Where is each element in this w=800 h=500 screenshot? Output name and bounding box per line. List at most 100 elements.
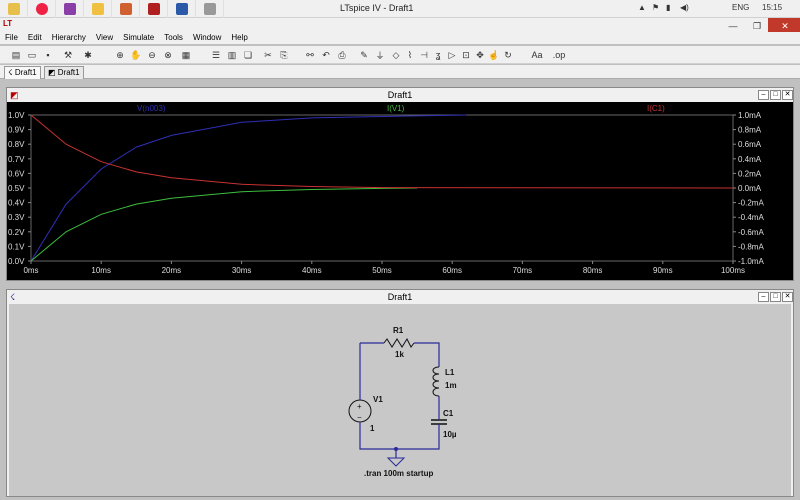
menu-file[interactable]: File (0, 32, 23, 44)
schematic-icon: ☇ (8, 68, 13, 77)
y-left-tick-label: 0.3V (8, 213, 25, 222)
schematic-minimize-button[interactable]: – (758, 292, 769, 302)
schematic-window: ☇ Draft1 – □ ✕ + − R1 1k L1 1m V1 1 C1 1… (6, 289, 794, 497)
text-icon[interactable]: Aa (530, 49, 544, 61)
y-left-tick-label: 0.4V (8, 199, 25, 208)
run-icon[interactable]: ✱ (82, 49, 94, 61)
undo-icon[interactable]: ↶ (320, 49, 332, 61)
zoom-in-icon[interactable]: ⊕ (114, 49, 126, 61)
zoom-fit-icon[interactable]: ⊗ (162, 49, 174, 61)
ground-icon[interactable]: ⏚ (374, 49, 386, 61)
inductor-l1[interactable] (432, 366, 440, 397)
tray-volume-icon[interactable]: ◀) (680, 3, 689, 12)
schematic-close-button[interactable]: ✕ (782, 292, 793, 302)
app-titlebar: — ❐ ✕ (0, 18, 800, 34)
menu-hierarchy[interactable]: Hierarchy (47, 32, 91, 44)
wire-right-bottom[interactable] (396, 431, 440, 450)
x-tick-label: 20ms (162, 266, 182, 275)
spice-directive[interactable]: .tran 100m startup (364, 469, 433, 478)
cascade-icon[interactable]: ❏ (242, 49, 254, 61)
y-left-tick-label: 0.0V (8, 257, 25, 266)
y-left-tick-label: 0.8V (8, 140, 25, 149)
zoom-out-icon[interactable]: ⊖ (146, 49, 158, 61)
waveform-plot[interactable]: 1.0V 0.9V 0.8V 0.7V 0.6V 0.5V 0.4V 0.3V 0.2V 0.1V… (7, 102, 793, 280)
tray-chevron-icon[interactable]: ▲ (638, 3, 646, 12)
resistor-icon[interactable]: ⌇ (404, 49, 416, 61)
app-taskbar-icon[interactable] (112, 0, 140, 18)
c1-ref-label: C1 (443, 409, 454, 418)
files-taskbar-icon[interactable] (196, 0, 224, 18)
waveform-minimize-button[interactable]: – (758, 90, 769, 100)
wire-left-bottom[interactable] (359, 428, 396, 450)
label-icon[interactable]: ◇ (390, 49, 402, 61)
y-left-tick-label: 0.1V (8, 242, 25, 251)
inductor-icon[interactable]: ʓ (432, 49, 444, 61)
tray-network-icon[interactable]: ▮ (666, 3, 670, 12)
x-tick-label: 60ms (442, 266, 462, 275)
tray-clock[interactable]: 15:15 (762, 3, 782, 12)
tray-flag-icon[interactable]: ⚑ (652, 3, 659, 12)
ground-symbol-icon[interactable] (386, 457, 406, 467)
pan-icon[interactable]: ✋ (130, 49, 142, 61)
tray-language[interactable]: ENG (732, 3, 749, 12)
capacitor-c1[interactable] (431, 419, 447, 425)
tile-vertical-icon[interactable]: ▥ (226, 49, 238, 61)
waveform-chart[interactable]: 1.0V 0.9V 0.8V 0.7V 0.6V 0.5V 0.4V 0.3V 0.2V 0.1V… (7, 102, 793, 280)
onenote-taskbar-icon[interactable] (56, 0, 84, 18)
ltspice-logo-icon: LT (3, 19, 13, 28)
series-line-i-v1- (30, 187, 418, 262)
waveform-close-button[interactable]: ✕ (782, 90, 793, 100)
cut-icon[interactable]: ✂ (262, 49, 274, 61)
schematic-restore-button[interactable]: □ (770, 292, 781, 302)
open-icon[interactable]: ▭ (26, 49, 38, 61)
menu-view[interactable]: View (91, 32, 118, 44)
v1-minus-sign: − (357, 413, 362, 422)
tab-waveform[interactable]: ◩ Draft1 (44, 66, 84, 79)
wire-icon[interactable]: ✎ (358, 49, 370, 61)
component-icon[interactable]: ⊡ (460, 49, 472, 61)
menu-help[interactable]: Help (226, 32, 252, 44)
wire-top-right[interactable] (414, 342, 440, 367)
y-right-tick-label: 1.0mA (738, 111, 762, 120)
spice-directive-icon[interactable]: .op (552, 49, 566, 61)
diode-icon[interactable]: ▷ (446, 49, 458, 61)
new-schematic-icon[interactable]: ▤ (10, 49, 22, 61)
tile-horizontal-icon[interactable]: ☰ (210, 49, 222, 61)
capacitor-icon[interactable]: ⊣ (418, 49, 430, 61)
x-tick-label: 0ms (23, 266, 38, 275)
y-left-tick-label: 0.9V (8, 126, 25, 135)
v1-value-label: 1 (370, 424, 375, 433)
rotate-icon[interactable]: ↻ (502, 49, 514, 61)
schematic-canvas[interactable]: + − R1 1k L1 1m V1 1 C1 10µ .tran 100m s… (9, 304, 791, 496)
schematic-title-icon: ☇ (10, 292, 16, 302)
control-panel-icon[interactable]: ⚒ (62, 49, 74, 61)
move-icon[interactable]: ✥ (474, 49, 486, 61)
file-explorer-taskbar-icon[interactable] (0, 0, 28, 18)
schematic-drawing[interactable]: + − R1 1k L1 1m V1 1 C1 10µ .tran 100m s… (9, 304, 791, 496)
waveform-restore-button[interactable]: □ (770, 90, 781, 100)
save-icon[interactable]: ▪ (42, 49, 54, 61)
y-right-tick-label: -0.8mA (738, 242, 764, 251)
menu-tools[interactable]: Tools (159, 32, 188, 44)
waveform-window: ◩ Draft1 – □ ✕ 1.0V 0.9V 0.8V 0.7V 0.6V 0.5V 0… (6, 87, 794, 281)
autoscale-icon[interactable]: ▦ (180, 49, 192, 61)
ltspice-taskbar-icon[interactable] (140, 0, 168, 18)
menu-window[interactable]: Window (188, 32, 226, 44)
menu-simulate[interactable]: Simulate (118, 32, 159, 44)
menu-edit[interactable]: Edit (23, 32, 47, 44)
copy-icon[interactable]: ⎘ (278, 49, 290, 61)
chrome-taskbar-icon[interactable] (28, 0, 56, 18)
waveform-icon: ◩ (48, 68, 56, 77)
drag-icon[interactable]: ☝ (488, 49, 500, 61)
y-left-tick-label: 0.6V (8, 169, 25, 178)
y-right-tick-label: -0.2mA (738, 199, 764, 208)
folder-taskbar-icon[interactable] (84, 0, 112, 18)
ltspice-app: LTspice IV - Draft1 ▲ ⚑ ▮ ◀) ENG 15:15 —… (0, 0, 800, 500)
word-taskbar-icon[interactable] (168, 0, 196, 18)
print-icon[interactable]: ⎙ (336, 49, 348, 61)
ground-node-dot (394, 447, 398, 451)
tab-schematic[interactable]: ☇ Draft1 (4, 66, 41, 79)
find-icon[interactable]: ⚯ (304, 49, 316, 61)
resistor-r1[interactable] (383, 337, 415, 348)
toolbar: ▤ ▭ ▪ ⚒ ✱ ⊕ ✋ ⊖ ⊗ ▦ ☰ ▥ ❏ ✂ ⎘ ⚯ ↶ ⎙ ✎ ⏚ … (0, 46, 800, 64)
